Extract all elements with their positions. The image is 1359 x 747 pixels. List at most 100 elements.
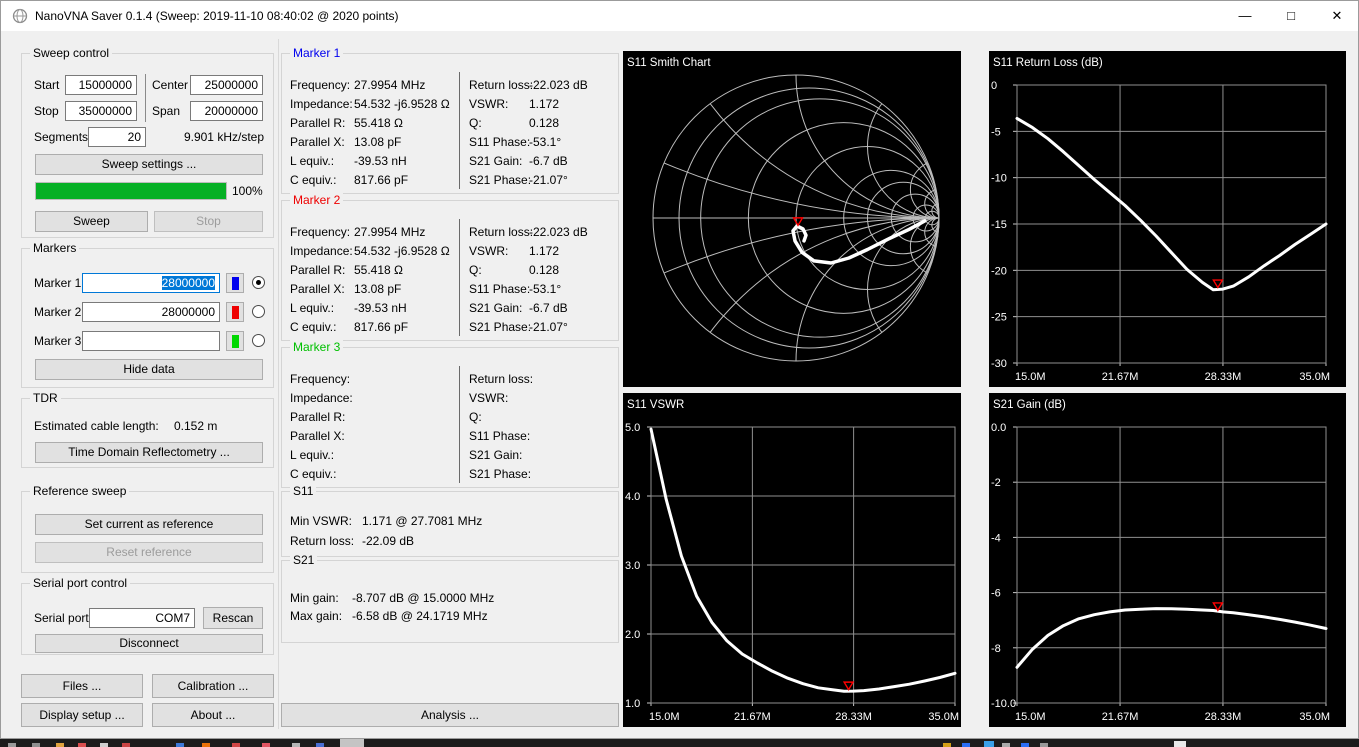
start-input[interactable]: 15000000	[65, 75, 137, 95]
marker2-detail-title: Marker 2	[290, 193, 344, 208]
taskbar-icon-fragment	[1021, 743, 1029, 747]
field-label: VSWR:	[469, 97, 509, 111]
field-value: 1.172	[529, 244, 560, 258]
s11-smith-chart[interactable]: S11 Smith Chart	[623, 51, 961, 387]
close-button[interactable]: ✕	[1314, 1, 1359, 31]
field-value: -22.09 dB	[362, 534, 415, 548]
progress-percent-label: 100%	[232, 184, 263, 198]
marker1-color-swatch[interactable]	[226, 273, 244, 293]
maximize-button[interactable]: □	[1268, 1, 1314, 31]
taskbar-icon-fragment	[8, 743, 16, 747]
reset-reference-button[interactable]: Reset reference	[35, 542, 263, 563]
taskbar-icon-fragment	[202, 743, 210, 747]
marker2-color-swatch[interactable]	[226, 302, 244, 322]
stop-button[interactable]: Stop	[154, 211, 263, 232]
svg-text:35.0M: 35.0M	[1299, 711, 1330, 723]
app-icon	[12, 8, 28, 24]
marker3-radio[interactable]	[252, 334, 265, 347]
screen: NanoVNA Saver 0.1.4 (Sweep: 2019-11-10 0…	[0, 0, 1359, 747]
field-label: VSWR:	[469, 244, 509, 258]
field-value: 817.66 pF	[354, 320, 409, 334]
svg-text:21.67M: 21.67M	[1102, 711, 1139, 723]
field-value: -21.07°	[529, 320, 568, 334]
stop-label: Stop	[34, 104, 59, 118]
serial-port-legend: Serial port control	[30, 576, 131, 591]
segments-input[interactable]: 20	[88, 127, 146, 147]
marker2-radio[interactable]	[252, 305, 265, 318]
taskbar-icon-fragment	[1040, 743, 1048, 747]
stop-input[interactable]: 35000000	[65, 101, 137, 121]
hide-data-button[interactable]: Hide data	[35, 359, 263, 380]
center-input[interactable]: 25000000	[190, 75, 263, 95]
taskbar-icon-fragment	[984, 741, 994, 747]
cable-length-label: Estimated cable length:	[34, 419, 159, 433]
taskbar-icon-fragment	[78, 743, 86, 747]
field-label: L equiv.:	[290, 154, 335, 168]
about-button[interactable]: About ...	[152, 703, 274, 727]
sweep-button[interactable]: Sweep	[35, 211, 148, 232]
svg-text:0.0: 0.0	[991, 422, 1006, 434]
svg-text:S11 Smith Chart: S11 Smith Chart	[627, 57, 711, 69]
svg-text:15.0M: 15.0M	[1015, 711, 1046, 723]
tdr-button[interactable]: Time Domain Reflectometry ...	[35, 442, 263, 463]
s21-gain-chart[interactable]: 0.0 -2 -4 -6 -8 -10.015.0M 21.67M 28.33M 35.0M S2…	[989, 393, 1346, 727]
taskbar-icon-fragment	[56, 743, 64, 747]
field-label: S21 Gain:	[469, 154, 523, 168]
marker1-detail-panel: Marker 1 Frequency: 27.9954 MHz Impedance…	[281, 46, 619, 194]
detail-divider	[459, 72, 460, 189]
span-input[interactable]: 20000000	[190, 101, 263, 121]
markers-legend: Markers	[30, 241, 80, 256]
field-value: -39.53 nH	[354, 301, 407, 315]
step-info-label: 9.901 kHz/step	[183, 130, 264, 144]
serial-port-input[interactable]: COM7	[89, 608, 195, 628]
field-label: Parallel X:	[290, 282, 345, 296]
svg-text:1.0: 1.0	[625, 698, 640, 710]
marker1-radio[interactable]	[252, 276, 265, 289]
svg-text:-10.0: -10.0	[991, 698, 1016, 710]
cable-length-value: 0.152 m	[174, 419, 218, 433]
marker3-color	[231, 334, 239, 348]
field-label: L equiv.:	[290, 448, 335, 462]
taskbar-icon-fragment	[340, 739, 364, 747]
marker1-input[interactable]: 28000000	[82, 273, 220, 293]
s11-vswr-chart[interactable]: 5.0 4.0 3.0 2.0 1.0 15.0M 21.67M 28.33M 35.0M S11…	[623, 393, 961, 727]
marker3-color-swatch[interactable]	[226, 331, 244, 351]
svg-text:21.67M: 21.67M	[734, 711, 771, 723]
taskbar[interactable]	[0, 739, 1359, 747]
marker3-input[interactable]	[82, 331, 220, 351]
minimize-button[interactable]: —	[1222, 1, 1268, 31]
field-label: Q:	[469, 410, 482, 424]
taskbar-icon-fragment	[262, 743, 270, 747]
rescan-button[interactable]: Rescan	[203, 607, 263, 629]
field-value: 27.9954 MHz	[354, 225, 426, 239]
field-label: Frequency:	[290, 225, 351, 239]
marker3-detail-title: Marker 3	[290, 340, 344, 355]
taskbar-icon-fragment	[292, 743, 300, 747]
s11-return-loss-chart[interactable]: 0 -5 -10 -15 -20 -25 -30 15.0M 21.67M 28.33M 35.0M…	[989, 51, 1346, 387]
field-label: C equiv.:	[290, 467, 337, 481]
svg-text:-10: -10	[991, 173, 1007, 185]
marker2-input[interactable]: 28000000	[82, 302, 220, 322]
segments-label: Segments	[34, 130, 89, 144]
titlebar[interactable]: NanoVNA Saver 0.1.4 (Sweep: 2019-11-10 0…	[1, 1, 1358, 31]
field-label: Return loss:	[469, 225, 534, 239]
field-value: 55.418 Ω	[354, 263, 404, 277]
marker2-detail-panel: Marker 2 Frequency: 27.9954 MHz Impedance…	[281, 193, 619, 341]
marker3-label: Marker 3	[34, 334, 82, 348]
disconnect-button[interactable]: Disconnect	[35, 634, 263, 653]
taskbar-icon-fragment	[122, 743, 130, 747]
files-button[interactable]: Files ...	[21, 674, 143, 698]
field-label: S21 Gain:	[469, 448, 523, 462]
display-setup-button[interactable]: Display setup ...	[21, 703, 143, 727]
field-label: Parallel X:	[290, 135, 345, 149]
field-label: Return loss:	[469, 78, 534, 92]
field-value: -22.023 dB	[529, 78, 588, 92]
analysis-button[interactable]: Analysis ...	[281, 703, 619, 727]
svg-text:S11 VSWR: S11 VSWR	[627, 399, 684, 411]
field-label: Parallel X:	[290, 429, 345, 443]
field-value: -6.58 dB @ 24.1719 MHz	[352, 609, 488, 623]
set-reference-button[interactable]: Set current as reference	[35, 514, 263, 535]
sweep-settings-button[interactable]: Sweep settings ...	[35, 154, 263, 175]
svg-text:15.0M: 15.0M	[1015, 371, 1046, 383]
calibration-button[interactable]: Calibration ...	[152, 674, 274, 698]
